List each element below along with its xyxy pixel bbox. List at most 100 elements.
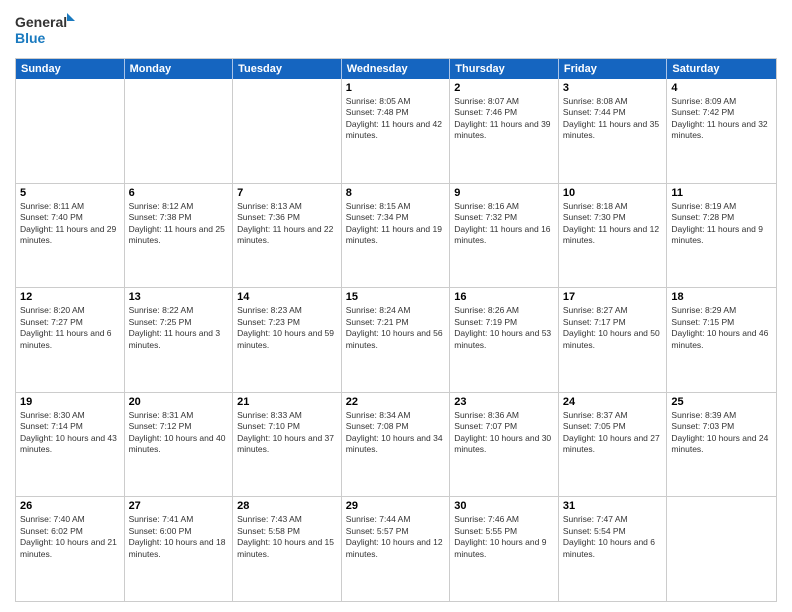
calendar-cell-31: 31 Sunrise: 7:47 AM Sunset: 5:54 PM Dayli… xyxy=(559,497,668,601)
calendar-cell-empty xyxy=(16,79,125,183)
day-number: 5 xyxy=(20,187,120,199)
cell-detail: Sunrise: 8:31 AM Sunset: 7:12 PM Dayligh… xyxy=(129,410,229,456)
calendar-cell-14: 14Sunrise: 8:23 AM Sunset: 7:23 PM Dayli… xyxy=(233,288,342,392)
calendar-cell-13: 13 Sunrise: 8:22 AM Sunset: 7:25 PM Dayli… xyxy=(125,288,234,392)
calendar-cell-20: 20 Sunrise: 8:31 AM Sunset: 7:12 PM Dayli… xyxy=(125,393,234,497)
logo-svg: General Blue xyxy=(15,10,75,50)
calendar-cell-empty xyxy=(667,497,776,601)
day-number: 27 xyxy=(129,500,229,512)
cell-detail: Sunrise: 8:36 AM Sunset: 7:07 PM Dayligh… xyxy=(454,410,554,456)
calendar-cell-10: 10 Sunrise: 8:18 AM Sunset: 7:30 PM Dayli… xyxy=(559,184,668,288)
calendar-cell-28: 28Sunrise: 7:43 AM Sunset: 5:58 PM Dayli… xyxy=(233,497,342,601)
cell-detail: Sunrise: 8:20 AM Sunset: 7:27 PM Dayligh… xyxy=(20,305,120,351)
cell-detail: Sunrise: 8:39 AM Sunset: 7:03 PM Dayligh… xyxy=(671,410,772,456)
calendar-cell-16: 16 Sunrise: 8:26 AM Sunset: 7:19 PM Dayli… xyxy=(450,288,559,392)
cell-detail: Sunrise: 8:27 AM Sunset: 7:17 PM Dayligh… xyxy=(563,305,663,351)
day-number: 24 xyxy=(563,396,663,408)
day-number: 25 xyxy=(671,396,772,408)
calendar-cell-22: 22 Sunrise: 8:34 AM Sunset: 7:08 PM Dayli… xyxy=(342,393,451,497)
calendar-cell-29: 29 Sunrise: 7:44 AM Sunset: 5:57 PM Dayli… xyxy=(342,497,451,601)
day-number: 1 xyxy=(346,82,446,94)
cell-detail: Sunrise: 8:24 AM Sunset: 7:21 PM Dayligh… xyxy=(346,305,446,351)
calendar-cell-3: 3 Sunrise: 8:08 AM Sunset: 7:44 PM Daylig… xyxy=(559,79,668,183)
day-number: 12 xyxy=(20,291,120,303)
header: General Blue xyxy=(15,10,777,50)
calendar-cell-6: 6 Sunrise: 8:12 AM Sunset: 7:38 PM Daylig… xyxy=(125,184,234,288)
svg-text:Blue: Blue xyxy=(15,30,46,46)
day-number: 15 xyxy=(346,291,446,303)
calendar-cell-15: 15 Sunrise: 8:24 AM Sunset: 7:21 PM Dayli… xyxy=(342,288,451,392)
calendar-header-cell: Wednesday xyxy=(342,59,451,79)
day-number: 13 xyxy=(129,291,229,303)
calendar-cell-21: 21Sunrise: 8:33 AM Sunset: 7:10 PM Dayli… xyxy=(233,393,342,497)
day-number: 23 xyxy=(454,396,554,408)
calendar-cell-1: 1Sunrise: 8:05 AM Sunset: 7:48 PM Daylig… xyxy=(342,79,451,183)
day-number: 22 xyxy=(346,396,446,408)
logo: General Blue xyxy=(15,10,75,50)
cell-detail: Sunrise: 8:12 AM Sunset: 7:38 PM Dayligh… xyxy=(129,201,229,247)
day-number: 31 xyxy=(563,500,663,512)
calendar-cell-18: 18 Sunrise: 8:29 AM Sunset: 7:15 PM Dayli… xyxy=(667,288,776,392)
cell-detail: Sunrise: 8:19 AM Sunset: 7:28 PM Dayligh… xyxy=(671,201,772,247)
cell-detail: Sunrise: 8:11 AM Sunset: 7:40 PM Dayligh… xyxy=(20,201,120,247)
calendar-cell-9: 9 Sunrise: 8:16 AM Sunset: 7:32 PM Daylig… xyxy=(450,184,559,288)
calendar-cell-2: 2Sunrise: 8:07 AM Sunset: 7:46 PM Daylig… xyxy=(450,79,559,183)
page: General Blue SundayMondayTuesdayWednesda… xyxy=(0,0,792,612)
calendar-cell-11: 11 Sunrise: 8:19 AM Sunset: 7:28 PM Dayli… xyxy=(667,184,776,288)
calendar-row: 26 Sunrise: 7:40 AM Sunset: 6:02 PM Dayli… xyxy=(16,496,776,601)
cell-detail: Sunrise: 8:07 AM Sunset: 7:46 PM Dayligh… xyxy=(454,96,554,142)
day-number: 18 xyxy=(671,291,772,303)
day-number: 14 xyxy=(237,291,337,303)
calendar-cell-7: 7 Sunrise: 8:13 AM Sunset: 7:36 PM Daylig… xyxy=(233,184,342,288)
cell-detail: Sunrise: 7:43 AM Sunset: 5:58 PM Dayligh… xyxy=(237,514,337,560)
day-number: 3 xyxy=(563,82,663,94)
cell-detail: Sunrise: 8:13 AM Sunset: 7:36 PM Dayligh… xyxy=(237,201,337,247)
calendar-cell-12: 12 Sunrise: 8:20 AM Sunset: 7:27 PM Dayli… xyxy=(16,288,125,392)
calendar-cell-8: 8Sunrise: 8:15 AM Sunset: 7:34 PM Daylig… xyxy=(342,184,451,288)
calendar-row: 12 Sunrise: 8:20 AM Sunset: 7:27 PM Dayli… xyxy=(16,287,776,392)
day-number: 26 xyxy=(20,500,120,512)
day-number: 10 xyxy=(563,187,663,199)
calendar-row: 5 Sunrise: 8:11 AM Sunset: 7:40 PM Daylig… xyxy=(16,183,776,288)
cell-detail: Sunrise: 7:47 AM Sunset: 5:54 PM Dayligh… xyxy=(563,514,663,560)
calendar-header-cell: Tuesday xyxy=(233,59,342,79)
calendar-cell-24: 24 Sunrise: 8:37 AM Sunset: 7:05 PM Dayli… xyxy=(559,393,668,497)
day-number: 16 xyxy=(454,291,554,303)
day-number: 6 xyxy=(129,187,229,199)
calendar-header-row: SundayMondayTuesdayWednesdayThursdayFrid… xyxy=(16,59,776,79)
cell-detail: Sunrise: 7:41 AM Sunset: 6:00 PM Dayligh… xyxy=(129,514,229,560)
cell-detail: Sunrise: 8:09 AM Sunset: 7:42 PM Dayligh… xyxy=(671,96,772,142)
cell-detail: Sunrise: 8:34 AM Sunset: 7:08 PM Dayligh… xyxy=(346,410,446,456)
cell-detail: Sunrise: 8:18 AM Sunset: 7:30 PM Dayligh… xyxy=(563,201,663,247)
cell-detail: Sunrise: 8:30 AM Sunset: 7:14 PM Dayligh… xyxy=(20,410,120,456)
day-number: 21 xyxy=(237,396,337,408)
calendar-cell-30: 30Sunrise: 7:46 AM Sunset: 5:55 PM Dayli… xyxy=(450,497,559,601)
cell-detail: Sunrise: 8:16 AM Sunset: 7:32 PM Dayligh… xyxy=(454,201,554,247)
calendar-cell-5: 5 Sunrise: 8:11 AM Sunset: 7:40 PM Daylig… xyxy=(16,184,125,288)
day-number: 11 xyxy=(671,187,772,199)
cell-detail: Sunrise: 8:08 AM Sunset: 7:44 PM Dayligh… xyxy=(563,96,663,142)
day-number: 9 xyxy=(454,187,554,199)
day-number: 29 xyxy=(346,500,446,512)
day-number: 20 xyxy=(129,396,229,408)
cell-detail: Sunrise: 7:44 AM Sunset: 5:57 PM Dayligh… xyxy=(346,514,446,560)
day-number: 7 xyxy=(237,187,337,199)
day-number: 17 xyxy=(563,291,663,303)
day-number: 19 xyxy=(20,396,120,408)
cell-detail: Sunrise: 8:15 AM Sunset: 7:34 PM Dayligh… xyxy=(346,201,446,247)
cell-detail: Sunrise: 8:26 AM Sunset: 7:19 PM Dayligh… xyxy=(454,305,554,351)
cell-detail: Sunrise: 8:37 AM Sunset: 7:05 PM Dayligh… xyxy=(563,410,663,456)
cell-detail: Sunrise: 8:22 AM Sunset: 7:25 PM Dayligh… xyxy=(129,305,229,351)
svg-text:General: General xyxy=(15,14,67,30)
calendar-cell-27: 27 Sunrise: 7:41 AM Sunset: 6:00 PM Dayli… xyxy=(125,497,234,601)
calendar-body: 1Sunrise: 8:05 AM Sunset: 7:48 PM Daylig… xyxy=(16,79,776,601)
calendar-cell-23: 23 Sunrise: 8:36 AM Sunset: 7:07 PM Dayli… xyxy=(450,393,559,497)
calendar-header-cell: Thursday xyxy=(450,59,559,79)
day-number: 4 xyxy=(671,82,772,94)
cell-detail: Sunrise: 7:40 AM Sunset: 6:02 PM Dayligh… xyxy=(20,514,120,560)
calendar-header-cell: Sunday xyxy=(16,59,125,79)
calendar-row: 19 Sunrise: 8:30 AM Sunset: 7:14 PM Dayli… xyxy=(16,392,776,497)
calendar-header-cell: Friday xyxy=(559,59,668,79)
cell-detail: Sunrise: 7:46 AM Sunset: 5:55 PM Dayligh… xyxy=(454,514,554,560)
cell-detail: Sunrise: 8:29 AM Sunset: 7:15 PM Dayligh… xyxy=(671,305,772,351)
